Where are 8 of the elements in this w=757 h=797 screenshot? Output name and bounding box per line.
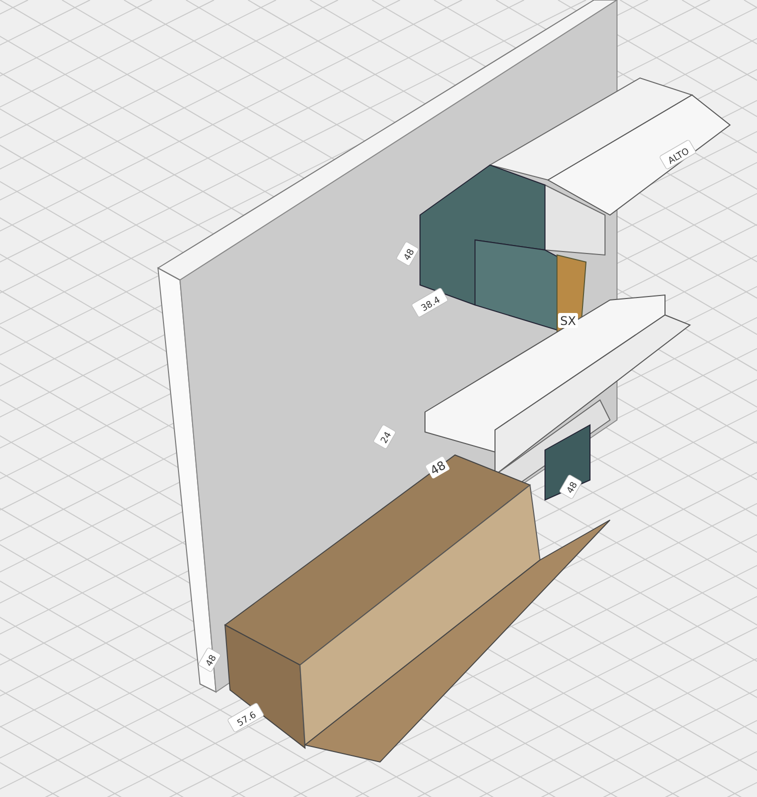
- dimension-label: 24: [372, 424, 396, 450]
- dimension-label: 57.6: [226, 702, 265, 733]
- dimension-label: 48: [396, 241, 420, 266]
- dimension-label: 38.4: [410, 287, 449, 318]
- door-tag: SX: [558, 313, 578, 328]
- dimension-label: 48: [198, 647, 222, 672]
- door-tag: 48: [425, 456, 450, 480]
- dimension-label: 48: [558, 474, 582, 500]
